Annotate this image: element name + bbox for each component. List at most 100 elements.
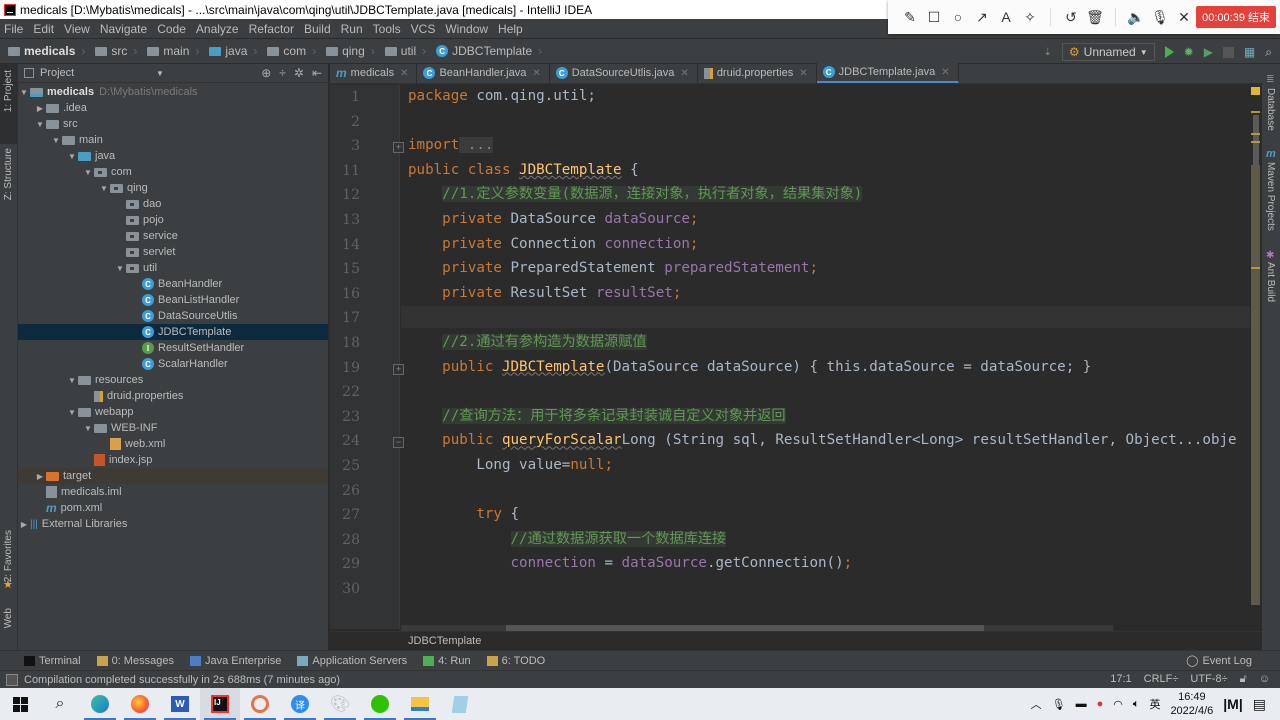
taskbar-paint[interactable]: 🎨︎	[320, 688, 360, 720]
event-log-button[interactable]: ◯ Event Log	[1186, 654, 1252, 668]
code-line[interactable]: //查询方法：用于将多条记录封装诚自定义对象并返回	[408, 405, 786, 427]
expand-arrow-icon[interactable]: ▼	[66, 376, 78, 385]
tool-window-favorites[interactable]: 2: Favorites	[3, 530, 14, 582]
tree-item[interactable]: C DataSourceUtlis	[18, 308, 328, 324]
tree-item[interactable]: ▶ ||| External Libraries	[18, 516, 328, 532]
start-button[interactable]	[0, 688, 40, 720]
menu-window[interactable]: Window	[445, 22, 488, 36]
expand-arrow-icon[interactable]: ▼	[50, 136, 62, 145]
input-method-indicator[interactable]: 英	[1149, 696, 1160, 712]
close-tab-icon[interactable]: ✕	[680, 68, 688, 79]
battery-icon[interactable]: ▬	[1076, 698, 1087, 710]
magic-wand-icon[interactable]: ✧	[1018, 7, 1042, 27]
expand-arrow-icon[interactable]: ▼	[114, 264, 126, 273]
tree-item[interactable]: dao	[18, 196, 328, 212]
menu-build[interactable]: Build	[304, 22, 331, 36]
expand-arrow-icon[interactable]: ▶	[34, 472, 46, 481]
breadcrumb-item[interactable]: main ›	[147, 44, 199, 58]
code-line[interactable]: private PreparedStatement preparedStatem…	[408, 257, 818, 279]
editor-breadcrumb[interactable]: JDBCTemplate	[330, 631, 1262, 650]
tree-item[interactable]: service	[18, 228, 328, 244]
tool-window-terminal[interactable]: Terminal	[24, 655, 81, 667]
line-separator[interactable]: CRLF÷	[1144, 673, 1179, 686]
expand-arrow-icon[interactable]: ▼	[98, 184, 110, 193]
code-line[interactable]: private Connection connection;	[408, 233, 698, 255]
menu-help[interactable]: Help	[498, 22, 523, 36]
breadcrumb-item[interactable]: src ›	[95, 44, 137, 58]
warning-marker[interactable]	[1251, 267, 1260, 269]
menu-edit[interactable]: Edit	[33, 22, 54, 36]
vertical-scrollbar[interactable]	[1250, 85, 1262, 629]
tree-item[interactable]: ▶ target	[18, 468, 328, 484]
circle-icon[interactable]: ○	[946, 7, 970, 27]
menu-navigate[interactable]: Navigate	[100, 22, 147, 36]
tree-item[interactable]: C BeanListHandler	[18, 292, 328, 308]
tree-item[interactable]: ▼ webapp	[18, 404, 328, 420]
close-icon[interactable]: ✕	[1172, 7, 1196, 27]
breadcrumb-item[interactable]: com ›	[267, 44, 316, 58]
tool-window-todo[interactable]: 6: TODO	[486, 655, 545, 667]
code-line[interactable]: //2.通过有参构造为数据源赋值	[408, 331, 647, 353]
tool-window-project[interactable]: 1: Project	[3, 70, 14, 112]
tree-item[interactable]: pojo	[18, 212, 328, 228]
arrow-icon[interactable]: ↗	[970, 7, 994, 27]
collapse-icon[interactable]: ÷	[279, 66, 286, 80]
file-encoding[interactable]: UTF-8÷	[1190, 673, 1227, 686]
code-line[interactable]: //1.定义参数变量(数据源，连接对象，执行者对象，结果集对象)	[408, 183, 863, 205]
code-line[interactable]: connection = dataSource.getConnection();	[408, 552, 853, 574]
volume-icon[interactable]: 🔈︎	[1133, 698, 1140, 711]
expand-arrow-icon[interactable]: ▼	[82, 424, 94, 433]
tree-item-root[interactable]: ▼ medicals D:\Mybatis\medicals	[18, 84, 328, 100]
taskbar-word[interactable]: W	[160, 688, 200, 720]
taskbar-firefox[interactable]	[120, 688, 160, 720]
chevron-down-icon[interactable]: ▼	[156, 69, 164, 78]
breadcrumb-item[interactable]: qing ›	[326, 44, 375, 58]
tree-item[interactable]: ▼ java	[18, 148, 328, 164]
status-message[interactable]: Compilation completed successfully in 2s…	[24, 674, 340, 686]
notification-icon[interactable]: ▤	[1253, 696, 1266, 713]
run-configuration-select[interactable]: ⚙ Unnamed ▼	[1061, 43, 1155, 61]
app-m-icon[interactable]: |M|	[1223, 696, 1243, 712]
code-line[interactable]: //通过数据源获取一个数据库连接	[408, 528, 727, 550]
menu-view[interactable]: View	[64, 22, 90, 36]
trash-icon[interactable]: 🗑	[1083, 7, 1107, 27]
tool-window-applicationservers[interactable]: Application Servers	[297, 655, 407, 667]
taskbar-edge[interactable]	[80, 688, 120, 720]
recording-timer-stop-button[interactable]: 00:00:39 结束	[1196, 6, 1276, 28]
close-tab-icon[interactable]: ✕	[941, 67, 949, 78]
tree-item[interactable]: ▼ util	[18, 260, 328, 276]
microphone-icon[interactable]: 🎙	[1148, 7, 1172, 27]
run-icon[interactable]	[1164, 46, 1174, 58]
expand-arrow-icon[interactable]: ▼	[18, 88, 30, 97]
locate-icon[interactable]: ⊕	[261, 66, 271, 80]
text-icon[interactable]: A	[994, 7, 1018, 27]
scrollbar-thumb[interactable]	[1253, 115, 1259, 165]
editor-tab[interactable]: m medicals ✕	[330, 63, 418, 83]
code-editor[interactable]: package com.qing.util; import ... public c…	[401, 85, 1253, 629]
tree-item[interactable]: m pom.xml	[18, 500, 328, 516]
tree-item[interactable]: ▼ WEB-INF	[18, 420, 328, 436]
breadcrumb-item[interactable]: medicals ›	[8, 44, 85, 58]
hector-icon[interactable]: ☺	[1259, 673, 1270, 686]
menu-analyze[interactable]: Analyze	[196, 22, 239, 36]
tree-item[interactable]: index.jsp	[18, 452, 328, 468]
tree-item[interactable]: ▼ resources	[18, 372, 328, 388]
tool-windows-toggle-icon[interactable]	[6, 673, 18, 686]
search-button[interactable]: ⌕	[40, 688, 80, 720]
tree-item[interactable]: ▶ .idea	[18, 100, 328, 116]
tree-item[interactable]: C ScalarHandler	[18, 356, 328, 372]
warning-marker[interactable]	[1251, 111, 1260, 113]
qq-icon[interactable]: ●	[1097, 698, 1104, 710]
code-line[interactable]: private DataSource dataSource;	[408, 208, 698, 230]
lock-icon[interactable]: 🔓︎	[1240, 673, 1247, 686]
menu-tools[interactable]: Tools	[373, 22, 401, 36]
stop-icon[interactable]	[1222, 46, 1234, 58]
expand-arrow-icon[interactable]: ▼	[66, 408, 78, 417]
rectangle-icon[interactable]: ☐	[922, 7, 946, 27]
project-structure-icon[interactable]: ▦	[1244, 45, 1255, 59]
breadcrumb-item[interactable]: util ›	[384, 44, 426, 58]
microphone-icon[interactable]: 🎙︎	[1052, 698, 1066, 711]
close-tab-icon[interactable]: ✕	[400, 68, 408, 79]
menu-code[interactable]: Code	[157, 22, 186, 36]
taskbar-app[interactable]	[240, 688, 280, 720]
